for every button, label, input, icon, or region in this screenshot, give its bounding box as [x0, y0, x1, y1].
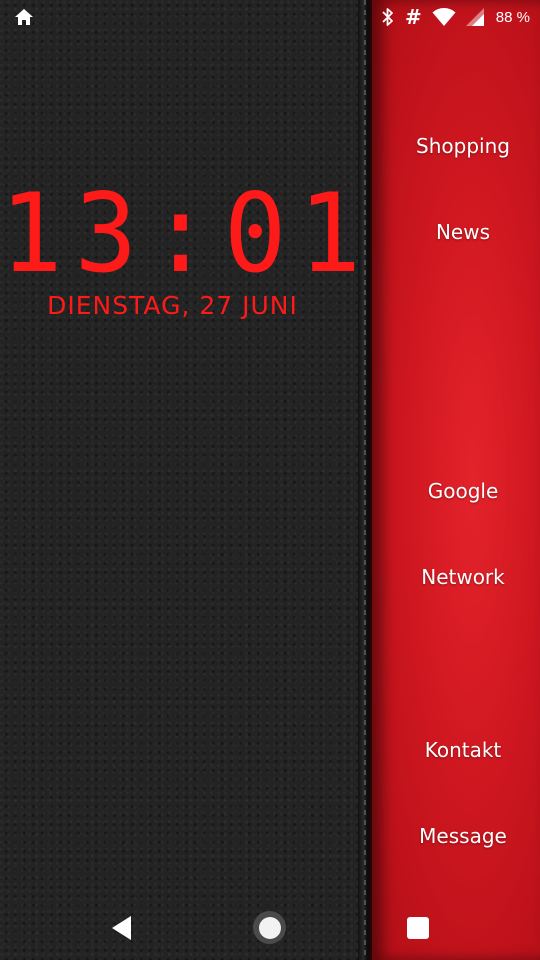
clock-date: DIENSTAG, 27 JUNI [47, 291, 298, 320]
home-circle-icon[interactable] [253, 911, 286, 944]
clock-time[interactable]: 13:01 [0, 165, 361, 302]
menu-item-kontakt[interactable]: Kontakt [382, 736, 540, 764]
seam-stitching [364, 0, 366, 960]
status-icons: # 88 % [381, 6, 530, 28]
menu-item-network[interactable]: Network [382, 563, 540, 591]
menu-item-google[interactable]: Google [382, 477, 540, 505]
hash-icon: # [405, 5, 422, 29]
home-screen: # 88 % 13:01 DIENSTAG, 27 JUNI Shopping … [0, 0, 540, 960]
home-circle-inner [258, 916, 281, 939]
cell-signal-icon [465, 8, 484, 26]
bluetooth-icon [381, 7, 395, 27]
battery-percent: 88 % [495, 8, 530, 26]
menu-item-shopping[interactable]: Shopping [382, 132, 540, 160]
wifi-icon [432, 7, 456, 27]
menu-item-message[interactable]: Message [382, 822, 540, 850]
recents-square-icon[interactable] [407, 917, 429, 939]
back-icon[interactable] [111, 915, 133, 941]
menu-item-news[interactable]: News [382, 218, 540, 246]
home-icon [14, 7, 34, 27]
leather-wallpaper [0, 0, 362, 960]
status-bar: # 88 % [0, 0, 540, 34]
